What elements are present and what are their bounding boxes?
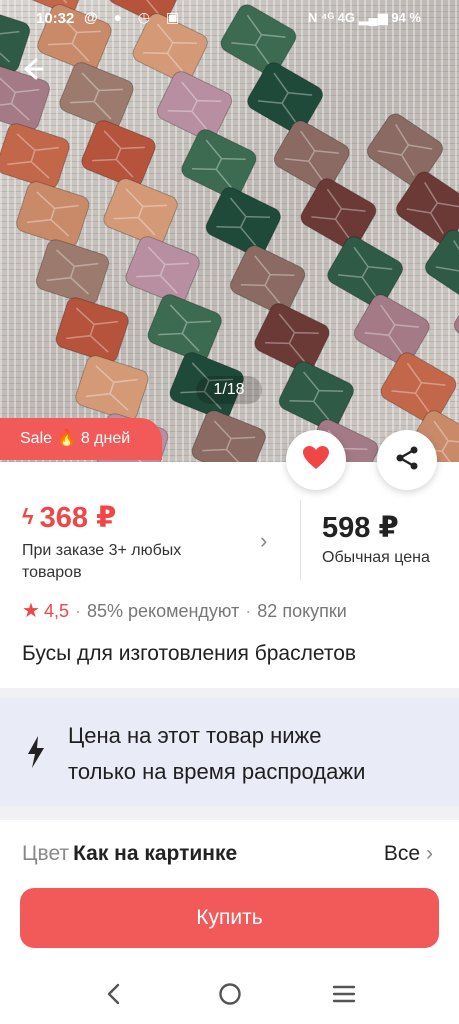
bead (453, 287, 459, 361)
color-selector[interactable]: Цвет Как на картинке (22, 842, 237, 866)
sale-badge: Sale 🔥 8 дней (0, 418, 162, 460)
nav-menu-icon (332, 984, 356, 1009)
sale-price[interactable]: ϟ 368 ₽ (22, 500, 116, 535)
purchases-text: 82 покупки (257, 601, 347, 621)
color-label: Цвет (22, 842, 70, 865)
back-button[interactable] (20, 56, 50, 86)
lightning-icon (26, 736, 46, 773)
heart-icon (302, 445, 330, 476)
sale-condition: При заказе 3+ любых товаров (22, 542, 182, 581)
bead (181, 129, 257, 199)
sale-price-value: 368 ₽ (39, 502, 117, 534)
bead (353, 294, 430, 366)
star-icon: ★ (22, 600, 40, 622)
promo-text: Цена на этот товар ниже только на время … (68, 718, 365, 790)
lightning-icon: ϟ (22, 504, 34, 529)
bead (205, 187, 281, 257)
bead (81, 120, 156, 188)
color-all-label: Все (383, 842, 420, 865)
nav-home-button[interactable] (210, 980, 250, 1012)
divider (300, 500, 301, 580)
bead (125, 236, 200, 304)
bead (327, 236, 404, 308)
recommend-text: 85% рекомендуют (86, 601, 240, 621)
bead (247, 62, 323, 134)
bead (191, 410, 266, 462)
chevron-right-icon[interactable]: › (260, 528, 267, 554)
section-divider (0, 806, 459, 820)
bead (35, 239, 110, 305)
bead (0, 123, 70, 189)
promo-line-1: Цена на этот товар ниже (68, 723, 322, 748)
rating-row[interactable]: ★ 4,5 · 85% рекомендуют · 82 покупки (22, 598, 347, 623)
system-nav-bar (0, 968, 459, 1024)
bead (55, 297, 129, 363)
share-button[interactable] (377, 430, 437, 490)
gallery-counter: 1/18 (196, 376, 262, 404)
bead (300, 178, 377, 250)
promo-banner: Цена на этот товар ниже только на время … (0, 698, 459, 806)
bead (156, 71, 233, 141)
product-gallery[interactable]: 10:32 @ ● ◷ ▣ N ⁴ᴳ 4G ▂▄▆ 94 % 1/18 Sale… (0, 0, 459, 462)
product-title: Бусы для изготовления браслетов (22, 642, 357, 665)
nav-home-icon (218, 982, 242, 1011)
color-all-button[interactable]: Все › (384, 842, 433, 866)
bead (229, 245, 306, 315)
bead (380, 352, 457, 424)
separator-dot: · (74, 601, 81, 621)
promo-line-2: только на время распродажи (68, 759, 366, 784)
bead (278, 361, 354, 431)
nav-back-button[interactable] (94, 980, 134, 1012)
status-system-icons: N ⁴ᴳ 4G ▂▄▆ 94 % (308, 10, 421, 25)
nav-back-icon (106, 983, 122, 1010)
nav-menu-button[interactable] (324, 980, 364, 1012)
status-time: 10:32 (36, 10, 75, 27)
share-icon (394, 445, 420, 476)
bead (59, 62, 134, 130)
bead (254, 303, 330, 373)
regular-price: 598 ₽ (322, 512, 399, 544)
rating-value: 4,5 (43, 601, 69, 621)
status-bar: 10:32 @ ● ◷ ▣ N ⁴ᴳ 4G ▂▄▆ 94 % (0, 0, 459, 38)
section-divider (0, 688, 459, 698)
regular-price-label: Обычная цена (322, 549, 430, 566)
bead (75, 355, 149, 421)
separator-dot: · (245, 601, 252, 621)
bead (16, 181, 90, 247)
buy-button[interactable]: Купить (20, 888, 439, 948)
status-notification-icons: @ ● ◷ ▣ (84, 9, 186, 25)
color-value: Как на картинке (73, 842, 238, 865)
bead (103, 178, 178, 246)
favorite-button[interactable] (286, 430, 346, 490)
chevron-right-icon: › (426, 842, 433, 865)
bead (147, 294, 222, 362)
bead (273, 120, 350, 192)
